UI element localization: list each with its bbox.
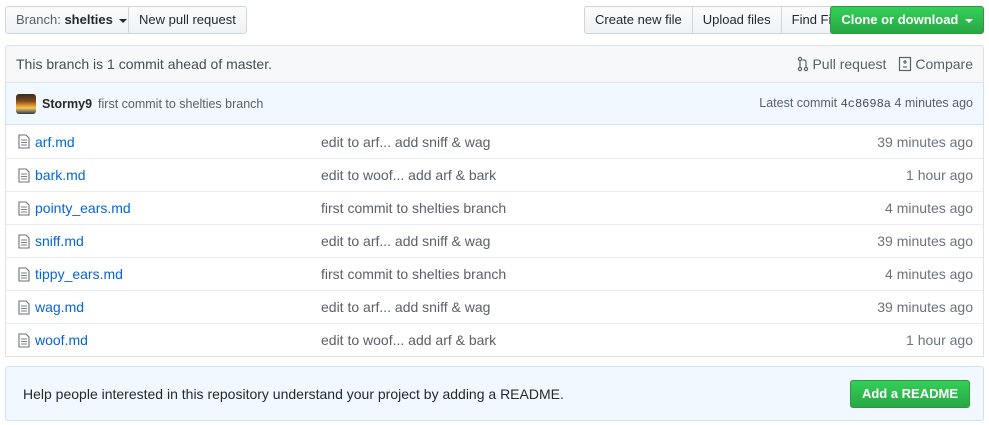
- readme-message: Help people interested in this repositor…: [23, 385, 564, 402]
- commit-message[interactable]: first commit to shelties branch: [98, 97, 263, 111]
- commit-sha[interactable]: 4c8698a: [841, 97, 891, 111]
- file-age: 39 minutes ago: [877, 299, 973, 315]
- file-age: 39 minutes ago: [877, 233, 973, 249]
- branch-ahead-message: This branch is 1 commit ahead of master.: [16, 56, 272, 72]
- file-name-link[interactable]: arf.md: [35, 134, 321, 150]
- latest-commit-bar: Stormy9 first commit to shelties branch …: [5, 83, 984, 125]
- clone-or-download-label: Clone or download: [841, 12, 959, 27]
- branch-select-button[interactable]: Branch: shelties: [5, 6, 139, 34]
- file-row: tippy_ears.md first commit to shelties b…: [6, 257, 983, 290]
- file-age: 1 hour ago: [906, 167, 973, 183]
- commit-age: 4 minutes ago: [894, 96, 973, 110]
- commit-author[interactable]: Stormy9: [42, 97, 92, 111]
- file-name-link[interactable]: pointy_ears.md: [35, 200, 321, 216]
- file-age: 4 minutes ago: [885, 266, 973, 282]
- file-row: arf.md edit to arf... add sniff & wag 39…: [6, 125, 983, 158]
- file-commit-message[interactable]: edit to arf... add sniff & wag: [321, 233, 877, 249]
- file-age: 39 minutes ago: [877, 133, 973, 150]
- file-row: pointy_ears.md first commit to shelties …: [6, 191, 983, 224]
- file-row: wag.md edit to arf... add sniff & wag 39…: [6, 290, 983, 323]
- file-icon: [16, 332, 32, 348]
- file-age: 4 minutes ago: [885, 200, 973, 216]
- file-icon: [16, 200, 32, 216]
- file-commit-message[interactable]: edit to woof... add arf & bark: [321, 167, 906, 183]
- compare-label: Compare: [915, 56, 973, 72]
- diff-icon: [899, 56, 912, 72]
- branch-actions: Pull request Compare: [797, 56, 973, 72]
- file-commit-message[interactable]: edit to arf... add sniff & wag: [321, 134, 877, 150]
- file-icon: [16, 299, 32, 315]
- caret-down-icon: [119, 18, 128, 23]
- file-name-link[interactable]: wag.md: [35, 299, 321, 315]
- file-row: sniff.md edit to arf... add sniff & wag …: [6, 224, 983, 257]
- clone-or-download-button[interactable]: Clone or download: [830, 6, 984, 34]
- file-icon: [16, 134, 32, 149]
- file-commit-message[interactable]: first commit to shelties branch: [321, 266, 885, 282]
- readme-prompt: Help people interested in this repositor…: [5, 366, 984, 421]
- compare-link[interactable]: Compare: [898, 56, 973, 72]
- commit-meta: Latest commit 4c8698a 4 minutes ago: [759, 96, 973, 111]
- file-name-link[interactable]: tippy_ears.md: [35, 266, 321, 282]
- caret-down-icon: [965, 18, 973, 23]
- file-age: 1 hour ago: [906, 332, 973, 348]
- git-pull-request-icon: [798, 56, 809, 72]
- create-new-file-button[interactable]: Create new file: [584, 6, 693, 34]
- file-row: bark.md edit to woof... add arf & bark 1…: [6, 158, 983, 191]
- add-readme-button[interactable]: Add a README: [849, 379, 970, 408]
- file-navigation: Branch: shelties New pull request Create…: [5, 6, 984, 34]
- pull-request-link[interactable]: Pull request: [797, 56, 886, 72]
- branch-infobar: This branch is 1 commit ahead of master.…: [5, 45, 984, 83]
- upload-files-button[interactable]: Upload files: [691, 6, 782, 34]
- file-commit-message[interactable]: edit to woof... add arf & bark: [321, 332, 906, 348]
- file-name-link[interactable]: bark.md: [35, 167, 321, 183]
- file-list: arf.md edit to arf... add sniff & wag 39…: [5, 125, 984, 357]
- pull-request-label: Pull request: [812, 56, 887, 72]
- file-icon: [16, 266, 32, 282]
- branch-name: shelties: [64, 12, 113, 27]
- commit-summary: Stormy9 first commit to shelties branch: [16, 93, 263, 114]
- new-pull-request-button[interactable]: New pull request: [128, 6, 247, 34]
- file-icon: [16, 233, 32, 249]
- file-row: woof.md edit to woof... add arf & bark 1…: [6, 323, 983, 356]
- file-icon: [16, 167, 32, 183]
- file-name-link[interactable]: sniff.md: [35, 233, 321, 249]
- avatar[interactable]: [16, 93, 36, 114]
- file-commit-message[interactable]: edit to arf... add sniff & wag: [321, 299, 877, 315]
- file-commit-message[interactable]: first commit to shelties branch: [321, 200, 885, 216]
- file-actions-group: Create new file Upload files Find File: [584, 6, 853, 34]
- latest-commit-label: Latest commit: [759, 96, 838, 110]
- file-name-link[interactable]: woof.md: [35, 332, 321, 348]
- branch-prefix: Branch:: [16, 12, 61, 27]
